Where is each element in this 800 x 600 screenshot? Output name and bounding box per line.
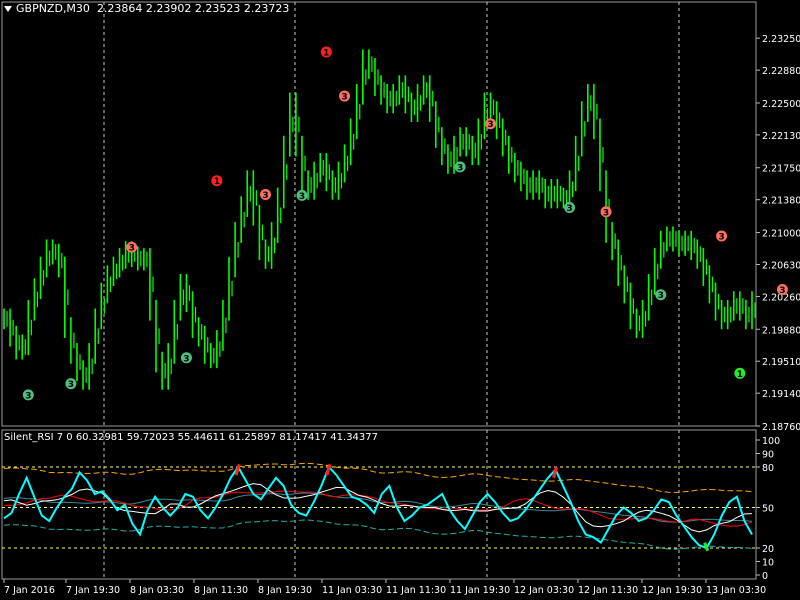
time-tick-label: 8 Jan 19:30 <box>258 585 312 596</box>
signal-label: 3 <box>718 232 724 242</box>
signal-label: 3 <box>68 380 74 390</box>
time-tick-label: 12 Jan 19:30 <box>642 585 702 596</box>
time-tick-label: 11 Jan 11:30 <box>386 585 446 596</box>
rsi-tick-label: 90 <box>762 450 774 461</box>
signal-label: 3 <box>262 191 268 201</box>
price-tick-label: 2.20630 <box>762 260 800 271</box>
signal-label: 3 <box>183 354 189 364</box>
price-tick-label: 2.22880 <box>762 66 800 77</box>
price-tick-label: 2.23250 <box>762 34 800 45</box>
signal-label: 3 <box>457 163 463 173</box>
time-tick-label: 13 Jan 03:30 <box>706 585 766 596</box>
signal-label: 3 <box>779 286 785 296</box>
upper-band-line <box>3 462 753 493</box>
time-tick-label: 8 Jan 11:30 <box>194 585 248 596</box>
indicator-pane-border <box>1 429 757 580</box>
signal-label: 3 <box>341 93 347 103</box>
lower-band-line <box>3 519 753 550</box>
price-tick-label: 2.22130 <box>762 131 800 142</box>
rsi-tick-label: 10 <box>762 558 774 569</box>
price-chart[interactable]: 2.23250 2.22880 2.22500 2.22130 2.21750 2.213… <box>0 0 800 600</box>
price-tick-label: 2.19140 <box>762 389 800 400</box>
time-tick-label: 11 Jan 03:30 <box>322 585 382 596</box>
rsi-tick-label: 0 <box>762 571 768 582</box>
rsi-tick-label: 50 <box>762 504 774 515</box>
price-tick-label: 2.18760 <box>762 422 800 433</box>
signal-label: 3 <box>658 291 664 301</box>
time-tick-label: 7 Jan 2016 <box>4 585 55 596</box>
ohlc-values: 2.23864 2.23902 2.23523 2.23723 <box>96 2 290 15</box>
price-tick-label: 2.21750 <box>762 164 800 175</box>
price-tick-label: 2.22500 <box>762 99 800 110</box>
rsi-tick-label: 80 <box>762 463 774 474</box>
symbol-timeframe: GBPNZD,M30 <box>16 2 90 15</box>
price-tick-label: 2.19510 <box>762 357 800 368</box>
time-tick-label: 11 Jan 19:30 <box>450 585 510 596</box>
rsi-overbought-mark <box>234 463 241 476</box>
rsi-tick-label: 20 <box>762 544 774 555</box>
signal-label: 1 <box>323 49 329 59</box>
time-tick-label: 12 Jan 11:30 <box>578 585 638 596</box>
price-tick-label: 2.21380 <box>762 196 800 207</box>
time-tick-label: 12 Jan 03:30 <box>514 585 574 596</box>
signal-label: 3 <box>566 204 572 214</box>
signal-label: 3 <box>603 208 609 218</box>
time-tick-label: 7 Jan 19:30 <box>66 585 120 596</box>
indicator-label: Silent_RSI 7 0 60.32981 59.72023 55.4461… <box>4 432 379 443</box>
rsi-tick-label: 100 <box>762 436 780 447</box>
dropdown-triangle-icon[interactable] <box>4 6 12 12</box>
price-tick-label: 2.19880 <box>762 325 800 336</box>
price-tick-label: 2.21000 <box>762 229 800 240</box>
signal-label: 3 <box>299 192 305 202</box>
signal-label: 3 <box>25 391 31 401</box>
time-tick-label: 8 Jan 03:30 <box>130 585 184 596</box>
signal-label: 3 <box>487 120 493 130</box>
main-pane-border <box>1 1 757 427</box>
signal-label: 3 <box>129 244 135 254</box>
chart-header: GBPNZD,M30 2.23864 2.23902 2.23523 2.237… <box>4 2 289 15</box>
rsi-oversold-mark <box>703 542 710 552</box>
rsi-overbought-mark <box>552 466 559 479</box>
signal-label: 1 <box>737 370 743 380</box>
signal-label: 1 <box>214 177 220 187</box>
